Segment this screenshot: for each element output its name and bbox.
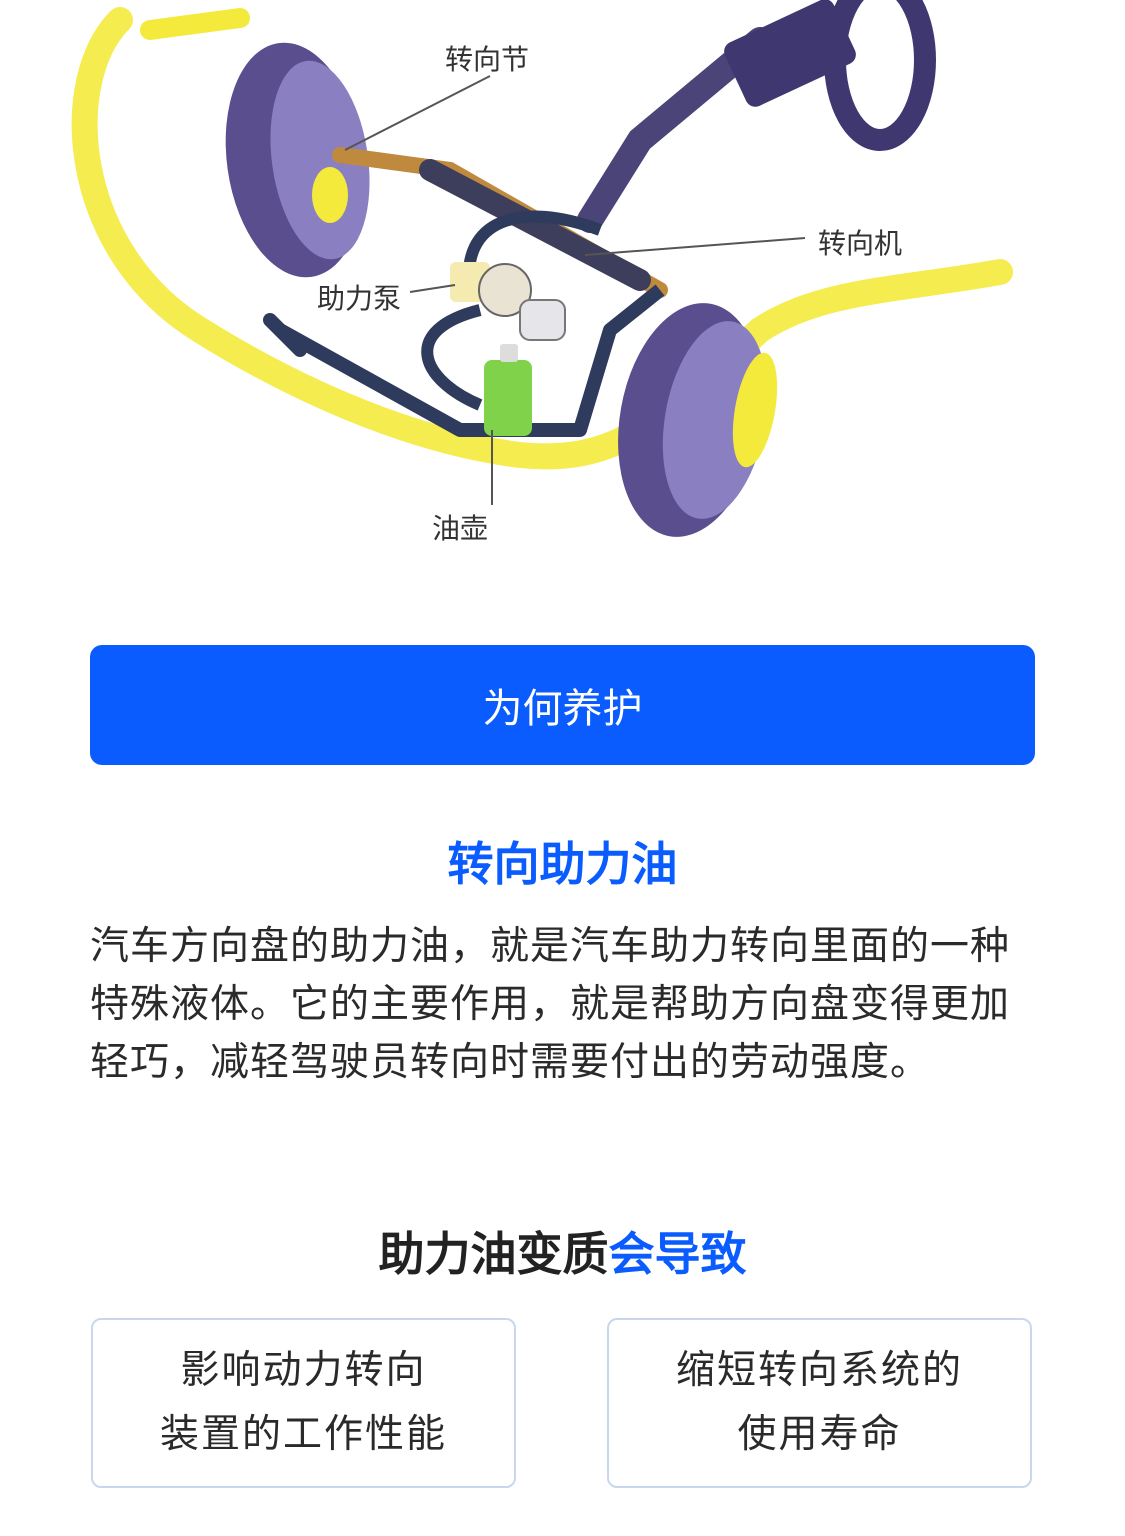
consequence-card-lifespan: 缩短转向系统的 使用寿命: [607, 1318, 1032, 1488]
card-line: 使用寿命: [737, 1412, 902, 1457]
pump-label: 助力泵: [317, 282, 402, 315]
section-title-consequences: 助力油变质会导致: [90, 1218, 1035, 1284]
card-line: 缩短转向系统的: [675, 1348, 963, 1393]
card-line: 影响动力转向: [180, 1348, 427, 1393]
steering-illustration: [71, 0, 1013, 537]
consequence-card-performance: 影响动力转向 装置的工作性能: [91, 1318, 516, 1488]
intro-paragraph: 汽车方向盘的助力油，就是汽车助力转向里面的一种特殊液体。它的主要作用，就是帮助方…: [90, 924, 1011, 1085]
consequences-title-part2: 会导致: [608, 1227, 747, 1281]
steering-system-diagram: 转向节 转向机 助力泵 油壶: [0, 0, 1125, 600]
knuckle-label: 转向节: [445, 43, 530, 76]
consequences-title-part1: 助力油变质: [378, 1227, 609, 1281]
card-line: 装置的工作性能: [159, 1412, 447, 1457]
reservoir-label: 油壶: [432, 512, 489, 545]
why-maintain-button[interactable]: 为何养护: [90, 645, 1035, 765]
steering-gear-label: 转向机: [818, 227, 903, 260]
section-title-steering-fluid: 转向助力油: [447, 837, 678, 891]
